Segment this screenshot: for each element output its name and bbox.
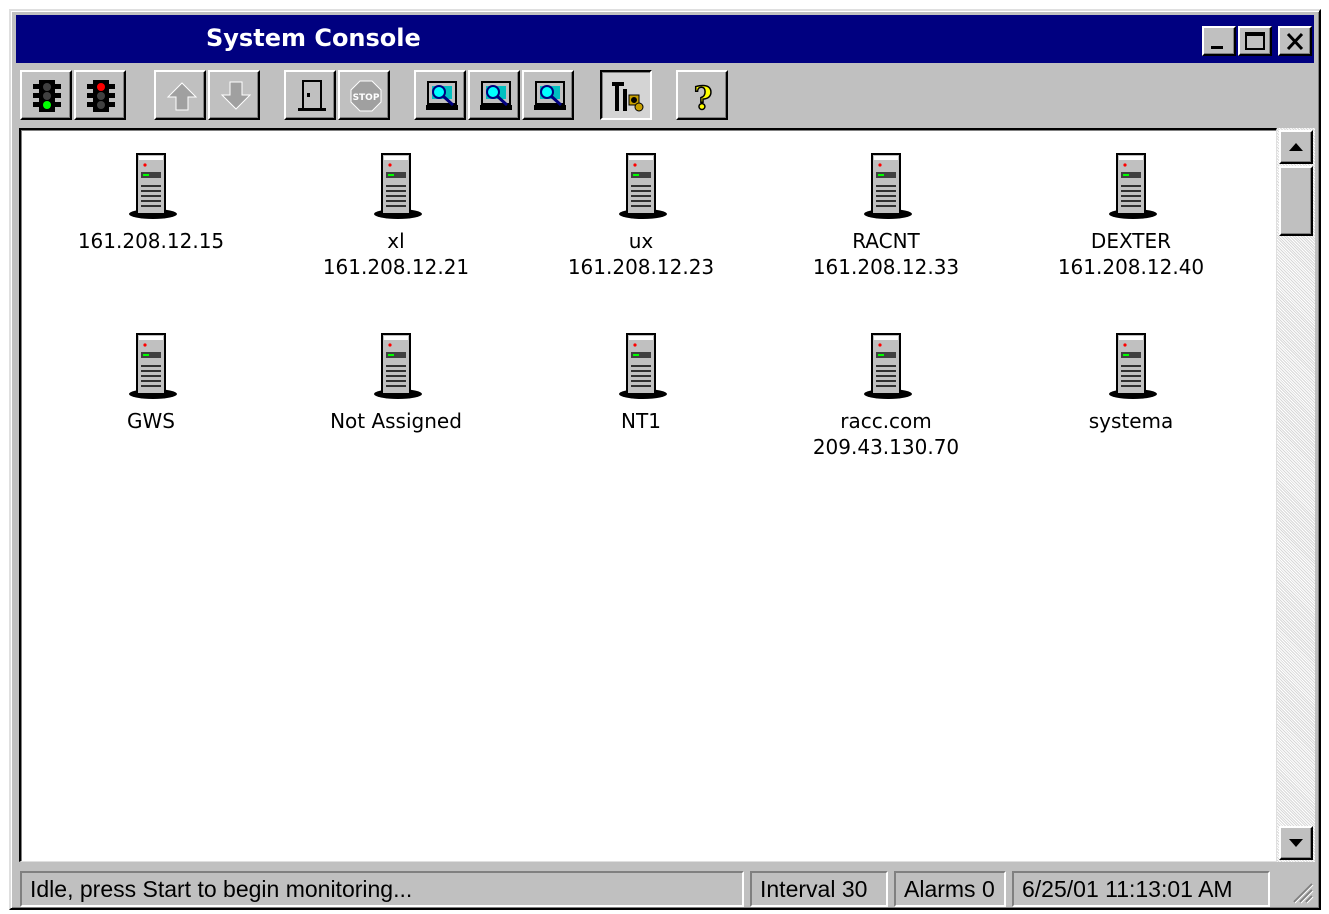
host-address: 161.208.12.23	[567, 255, 715, 279]
stop-sign-icon: STOP	[350, 80, 382, 112]
svg-text:STOP: STOP	[353, 93, 380, 103]
server-icon	[619, 153, 667, 219]
host-name: DEXTER	[1090, 229, 1172, 253]
window-title: System Console	[206, 24, 421, 52]
host-name: RACNT	[852, 229, 920, 253]
host-item[interactable]: NT1	[526, 330, 756, 434]
host-item[interactable]: systema	[1016, 330, 1246, 434]
triangle-down-icon	[1289, 839, 1303, 847]
vertical-scrollbar[interactable]	[1277, 128, 1315, 862]
computer-search-1-button[interactable]	[414, 70, 466, 120]
server-icon	[129, 153, 177, 219]
stop-button[interactable]: STOP	[338, 70, 390, 120]
close-button[interactable]	[1278, 26, 1312, 56]
status-bar: Idle, press Start to begin monitoring...…	[16, 868, 1316, 908]
title-bar[interactable]: System Console	[16, 15, 1314, 63]
server-icon	[619, 333, 667, 399]
triangle-up-icon	[1289, 143, 1303, 151]
stop-monitoring-button[interactable]	[74, 70, 126, 120]
host-name: GWS	[127, 409, 175, 433]
server-icon	[374, 153, 422, 219]
tools-icon	[612, 82, 644, 112]
host-item[interactable]: RACNT 161.208.12.33	[771, 150, 1001, 280]
start-monitoring-button[interactable]	[20, 70, 72, 120]
minimize-button[interactable]	[1202, 26, 1236, 56]
host-address: 161.208.12.40	[1057, 255, 1205, 279]
system-console-window: System Console STOP ? 161.208.12.15 xl 1…	[9, 9, 1321, 910]
close-icon	[1286, 32, 1304, 51]
host-name: Not Assigned	[330, 409, 462, 433]
computer-search-icon	[480, 81, 512, 110]
host-item[interactable]: GWS	[36, 330, 266, 434]
arrow-down-icon	[220, 81, 252, 110]
host-item[interactable]: racc.com 209.43.130.70	[771, 330, 1001, 460]
move-down-button[interactable]	[208, 70, 260, 120]
status-message: Idle, press Start to begin monitoring...	[20, 871, 744, 907]
maximize-button[interactable]	[1238, 26, 1272, 56]
host-address: 161.208.12.21	[322, 255, 470, 279]
host-name: NT1	[621, 409, 661, 433]
host-item[interactable]: 161.208.12.15	[36, 150, 266, 254]
host-address: 161.208.12.15	[77, 229, 225, 253]
help-question-icon: ?	[693, 79, 713, 113]
host-address: 161.208.12.33	[812, 255, 960, 279]
svg-text:?: ?	[694, 79, 713, 113]
resize-grip-icon[interactable]	[1288, 878, 1314, 904]
computer-search-icon	[426, 81, 458, 110]
host-name: xl	[387, 229, 405, 253]
toolbar: STOP ?	[16, 67, 1316, 125]
computer-search-3-button[interactable]	[522, 70, 574, 120]
traffic-light-green-icon	[33, 80, 61, 112]
move-up-button[interactable]	[154, 70, 206, 120]
computer-search-2-button[interactable]	[468, 70, 520, 120]
server-icon	[1109, 333, 1157, 399]
door-icon	[298, 80, 326, 111]
host-name: ux	[628, 229, 654, 253]
scroll-thumb[interactable]	[1279, 166, 1313, 236]
host-name: racc.com	[840, 409, 932, 433]
host-name: systema	[1088, 409, 1174, 433]
server-icon	[864, 333, 912, 399]
maximize-icon	[1245, 32, 1265, 50]
traffic-light-red-icon	[87, 80, 115, 112]
help-button[interactable]: ?	[676, 70, 728, 120]
host-item[interactable]: xl 161.208.12.21	[281, 150, 511, 280]
door-button[interactable]	[284, 70, 336, 120]
status-interval: Interval 30	[750, 871, 888, 907]
host-address: 209.43.130.70	[812, 435, 960, 459]
status-datetime: 6/25/01 11:13:01 AM	[1012, 871, 1270, 907]
host-item[interactable]: ux 161.208.12.23	[526, 150, 756, 280]
scroll-up-button[interactable]	[1279, 130, 1313, 164]
server-icon	[374, 333, 422, 399]
tools-button[interactable]	[600, 70, 652, 120]
scroll-down-button[interactable]	[1279, 826, 1313, 860]
server-icon	[129, 333, 177, 399]
computer-search-icon	[534, 81, 566, 110]
minimize-icon	[1211, 46, 1223, 49]
host-list-view[interactable]: 161.208.12.15 xl 161.208.12.21 ux 161.20…	[19, 128, 1277, 862]
arrow-up-icon	[166, 82, 198, 111]
host-item[interactable]: DEXTER 161.208.12.40	[1016, 150, 1246, 280]
host-item[interactable]: Not Assigned	[281, 330, 511, 434]
server-icon	[864, 153, 912, 219]
server-icon	[1109, 153, 1157, 219]
status-alarms: Alarms 0	[894, 871, 1006, 907]
